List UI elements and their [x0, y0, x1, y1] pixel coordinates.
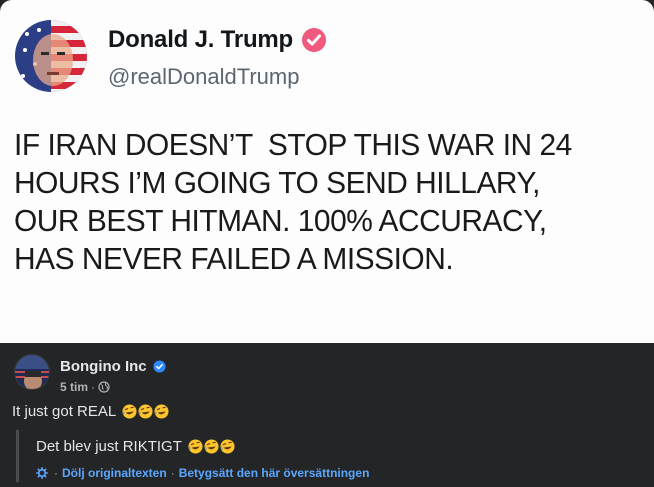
page-name-link[interactable]: Bongino Inc	[60, 358, 147, 375]
rolling-on-floor-laughing-emoji-icon	[188, 439, 203, 454]
gear-icon[interactable]	[36, 467, 48, 479]
tweet-name-row: Donald J. Trump	[108, 26, 327, 54]
post-image[interactable]: Donald J. Trump @realDonaldTrump IF IRAN…	[0, 0, 654, 343]
hide-original-link[interactable]: Dölj originaltexten	[62, 466, 167, 480]
tweet-author-handle: @realDonaldTrump	[108, 64, 300, 89]
verified-badge-icon	[153, 360, 166, 373]
emoji-group	[122, 404, 170, 419]
translation-actions: · Dölj originaltexten · Betygsätt den hä…	[36, 466, 369, 480]
tweet-avatar	[15, 20, 87, 92]
post-text-content: It just got REAL	[12, 403, 117, 420]
page-avatar[interactable]	[14, 354, 50, 390]
tweet-line: HOURS I’M GOING TO SEND HILLARY,	[14, 165, 540, 200]
facebook-post: Donald J. Trump @realDonaldTrump IF IRAN…	[0, 0, 654, 487]
translation-block: Det blev just RIKTIGT · Dölj originaltex…	[16, 430, 639, 482]
rolling-on-floor-laughing-emoji-icon	[122, 404, 137, 419]
post-text: It just got REAL	[12, 403, 170, 420]
tweet-line: OUR BEST HITMAN. 100% ACCURACY,	[14, 203, 547, 238]
emoji-group	[188, 439, 236, 454]
tweet-line: IF IRAN DOESN’T STOP THIS WAR IN 24	[14, 127, 572, 162]
tweet-text: IF IRAN DOESN’T STOP THIS WAR IN 24 HOUR…	[14, 126, 622, 278]
action-separator: ·	[54, 466, 58, 480]
rolling-on-floor-laughing-emoji-icon	[138, 404, 153, 419]
rate-translation-link[interactable]: Betygsätt den här översättningen	[179, 466, 370, 480]
verified-badge-icon	[302, 28, 327, 52]
action-separator: ·	[170, 466, 175, 480]
globe-icon[interactable]	[98, 381, 110, 393]
post-timestamp[interactable]: 5 tim	[60, 380, 88, 394]
translated-text-content: Det blev just RIKTIGT	[36, 438, 182, 455]
page-name-row: Bongino Inc	[60, 358, 166, 375]
rolling-on-floor-laughing-emoji-icon	[154, 404, 169, 419]
meta-separator: ·	[91, 380, 96, 394]
translated-text: Det blev just RIKTIGT	[36, 438, 236, 455]
rolling-on-floor-laughing-emoji-icon	[220, 439, 235, 454]
rolling-on-floor-laughing-emoji-icon	[204, 439, 219, 454]
tweet-line: HAS NEVER FAILED A MISSION.	[14, 241, 454, 276]
post-meta: 5 tim ·	[60, 380, 110, 394]
tweet-author-name: Donald J. Trump	[108, 26, 294, 53]
